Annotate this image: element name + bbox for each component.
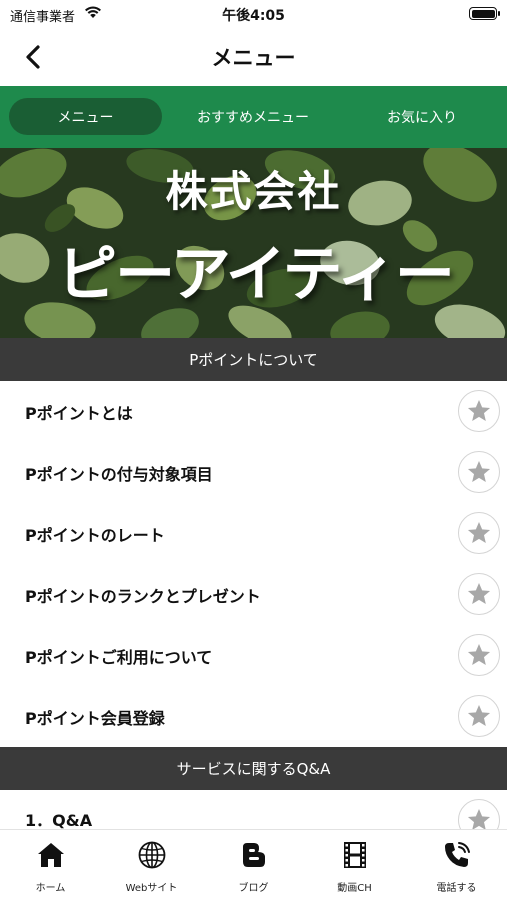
menu-tabs: メニュー おすすめメニュー お気に入り [0,86,507,148]
chevron-left-icon [26,45,40,69]
list-item-qa[interactable]: 1．Q&A [0,790,507,829]
tabbar-blog[interactable]: ブログ [203,830,304,900]
list-item-points-rank[interactable]: Pポイントのランクとプレゼント [0,564,507,625]
tab-recommended[interactable]: おすすめメニュー [176,98,330,135]
status-time: 午後4:05 [222,8,285,24]
list-item-points-targets[interactable]: Pポイントの付与対象項目 [0,442,507,503]
navigation-bar: メニュー [0,28,507,86]
star-icon [467,399,491,421]
bottom-tab-bar: ホーム Webサイト ブログ 動画CH 電話する [0,829,507,900]
star-icon [467,808,491,829]
star-icon [467,582,491,604]
phone-icon [444,842,470,867]
blogger-icon [242,843,265,867]
star-icon [467,704,491,726]
tabbar-home[interactable]: ホーム [0,830,101,900]
section-header-points: Pポイントについて [0,338,507,381]
section-header-qa: サービスに関するQ&A [0,747,507,790]
star-icon [467,521,491,543]
favorite-button[interactable] [458,799,500,829]
star-icon [467,460,491,482]
tabbar-call[interactable]: 電話する [406,830,507,900]
list-item-label: Pポイントのランクとプレゼント [25,587,261,606]
list-item-label: Pポイントのレート [25,526,165,545]
tab-menu[interactable]: メニュー [9,98,162,135]
favorite-button[interactable] [458,451,500,493]
tabbar-label: 動画CH [337,883,372,894]
star-icon [467,643,491,665]
list-item-points-register[interactable]: Pポイント会員登録 [0,686,507,747]
tabbar-label: 電話する [436,883,477,894]
company-banner: 株式会社 ピーアイティー [0,148,507,338]
list-item-label: Pポイントの付与対象項目 [25,465,213,484]
tabbar-label: ブログ [238,883,269,894]
tabbar-label: Webサイト [125,883,178,894]
tabbar-label: ホーム [35,883,66,894]
tabbar-website[interactable]: Webサイト [101,830,202,900]
favorite-button[interactable] [458,634,500,676]
list-item-points-rate[interactable]: Pポイントのレート [0,503,507,564]
list-item-label: Pポイント会員登録 [25,709,165,728]
battery-icon [469,7,500,20]
favorite-button[interactable] [458,573,500,615]
list-item-points-usage[interactable]: Pポイントご利用について [0,625,507,686]
favorite-button[interactable] [458,390,500,432]
home-icon [37,843,64,867]
list-item-label: Pポイントご利用について [25,648,213,667]
list-item-points-about[interactable]: Pポイントとは [0,381,507,442]
banner-company-name: ピーアイティー [57,240,455,310]
tab-favorites[interactable]: お気に入り [345,98,499,135]
back-button[interactable] [16,40,50,74]
globe-icon [138,841,165,869]
page-title: メニュー [211,46,296,70]
favorite-button[interactable] [458,695,500,737]
banner-company-type: 株式会社 [165,167,342,216]
list-item-label: Pポイントとは [25,404,133,423]
favorite-button[interactable] [458,512,500,554]
status-bar: 通信事業者 午後4:05 [0,0,507,28]
film-icon [343,842,366,868]
list-item-label: 1．Q&A [25,811,93,829]
tabbar-video-channel[interactable]: 動画CH [304,830,405,900]
